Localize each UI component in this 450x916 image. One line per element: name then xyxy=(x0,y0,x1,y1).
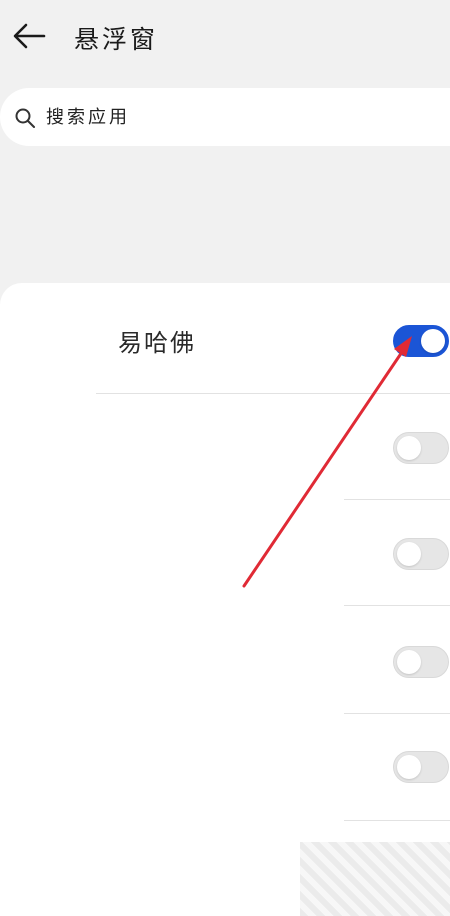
watermark xyxy=(300,842,450,916)
list-item-app-0: 易哈佛 xyxy=(0,283,450,390)
search-icon xyxy=(15,108,35,128)
toggle-knob xyxy=(421,329,445,353)
list-item-app-4 xyxy=(0,714,450,821)
app-bar: 悬浮窗 xyxy=(0,0,450,78)
app-list: 易哈佛 xyxy=(0,283,450,916)
floating-window-toggle-1[interactable] xyxy=(393,432,449,464)
divider xyxy=(344,820,450,821)
back-button[interactable] xyxy=(8,14,52,58)
app-name: 易哈佛 xyxy=(118,329,196,357)
floating-window-toggle-0[interactable] xyxy=(393,325,449,357)
toggle-knob xyxy=(397,436,421,460)
search-bar[interactable] xyxy=(0,88,450,146)
toggle-knob xyxy=(397,650,421,674)
toggle-knob xyxy=(397,755,421,779)
page-title: 悬浮窗 xyxy=(74,25,159,54)
floating-window-toggle-2[interactable] xyxy=(393,538,449,570)
list-item-app-2 xyxy=(0,500,450,607)
list-item-app-3 xyxy=(0,606,450,713)
floating-window-toggle-4[interactable] xyxy=(393,751,449,783)
search-input[interactable] xyxy=(46,101,426,133)
arrow-left-icon xyxy=(13,23,46,49)
floating-window-toggle-3[interactable] xyxy=(393,646,449,678)
list-item-app-1 xyxy=(0,394,450,501)
toggle-knob xyxy=(397,542,421,566)
